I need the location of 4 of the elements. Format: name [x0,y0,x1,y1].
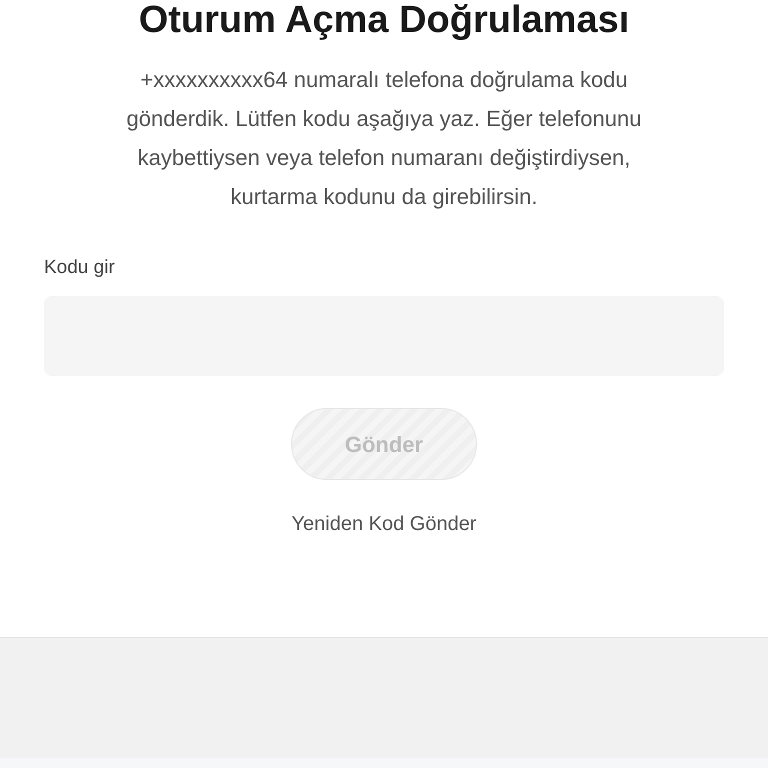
resend-code-link[interactable]: Yeniden Kod Gönder [292,512,476,536]
code-field-label: Kodu gir [44,256,116,280]
page-title: Oturum Açma Doğrulaması [138,0,630,40]
verification-message: +xxxxxxxxxx64 numaralı telefona doğrulama kodu gönderdik. Lütfen kodu aşağıya yaz. Eğer telefonunu kaybettiysen veya telefon numaranı değiştirdiysen, kurtarma kodunu da girebilirsin. [126,66,642,211]
